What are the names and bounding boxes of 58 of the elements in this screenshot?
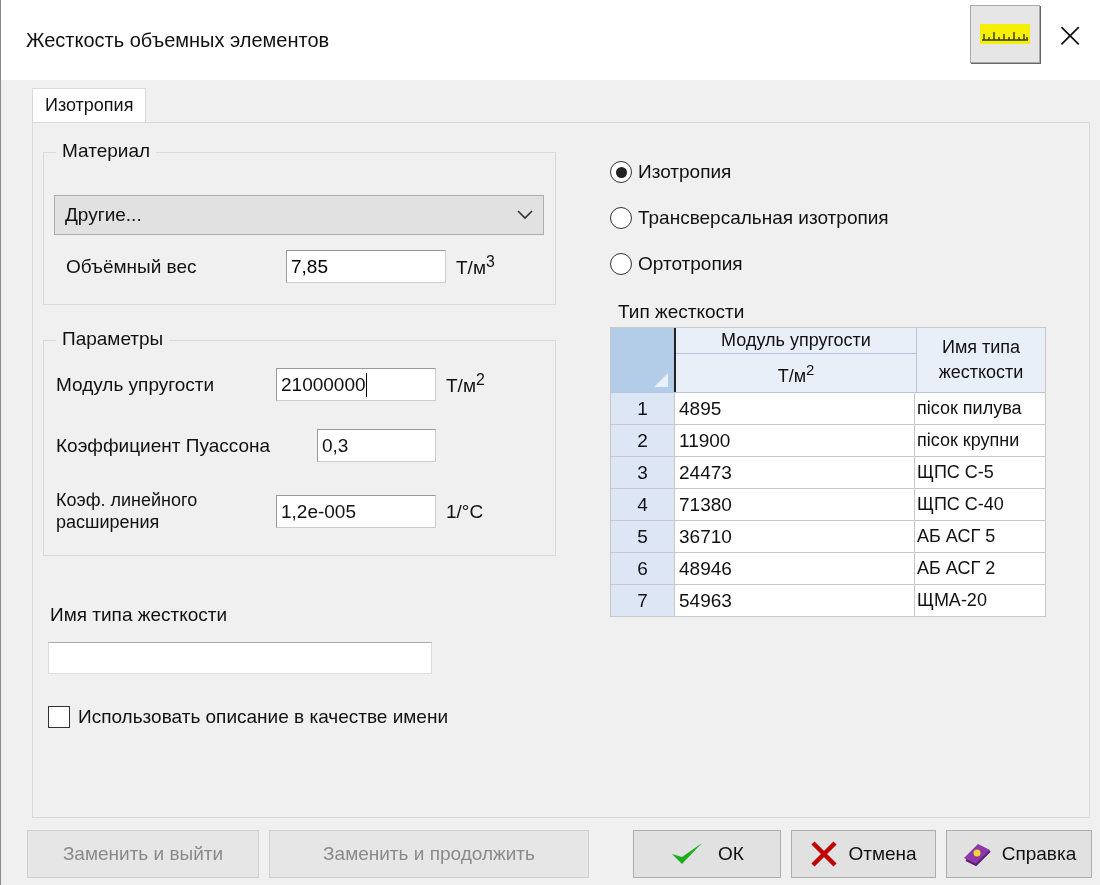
radio-button[interactable]: [610, 161, 632, 183]
dialog-button[interactable]: Отмена: [791, 830, 936, 878]
field-label: Коэф. линейного расширения: [56, 490, 199, 534]
close-button[interactable]: ×: [1040, 4, 1100, 64]
input-field[interactable]: 0,3: [317, 429, 436, 462]
field-label: Имя типа жесткости: [50, 604, 229, 626]
radio-label[interactable]: Трансверсальная изотропия: [638, 207, 889, 229]
window-title: Жесткость объемных элементов: [26, 28, 331, 52]
column-header: Модуль упругости: [676, 328, 916, 354]
input-field[interactable]: 1,2e-005: [276, 495, 436, 529]
dialog-button[interactable]: ОК: [633, 830, 781, 878]
table-cell: 36710: [675, 521, 915, 552]
table-cell: 4895: [675, 393, 915, 424]
radio-label[interactable]: Ортотропия: [638, 253, 743, 275]
radio-button[interactable]: [610, 253, 632, 275]
column-header: Имя типа жесткости: [937, 335, 1025, 384]
row-number: 4: [611, 489, 675, 520]
input-field[interactable]: 7,85: [286, 250, 446, 283]
table-cell-text: ЩМА-20: [916, 589, 988, 612]
row-number: 1: [611, 393, 675, 424]
row-number: 2: [611, 425, 675, 456]
input-field[interactable]: 21000000: [276, 368, 436, 401]
unit-label: 1/°C: [446, 500, 484, 523]
column-unit: Т/м$^{2}$: [776, 360, 816, 388]
table-cell-text: пісок крупни: [916, 429, 1021, 452]
row-number: 7: [611, 585, 675, 616]
cross-icon: [810, 841, 839, 867]
chevron-down-icon: [517, 210, 533, 220]
table-cell: 24473: [675, 457, 915, 488]
dialog-button[interactable]: Справка: [946, 830, 1092, 878]
ruler-button[interactable]: [970, 5, 1040, 63]
table-cell: 54963: [675, 585, 915, 616]
table-cell-text: АБ АСГ 5: [916, 525, 997, 548]
unit-label: Т/м$^{3}$: [456, 253, 495, 280]
checkbox[interactable]: [48, 706, 70, 728]
checkbox-label[interactable]: Использовать описание в качестве имени: [78, 706, 449, 728]
field-label: Объёмный вес: [66, 255, 198, 278]
triangle-icon: [654, 373, 668, 387]
radio-label[interactable]: Изотропия: [638, 161, 732, 183]
unit-label: Т/м$^{2}$: [446, 371, 485, 398]
table-cell-text: пісок пилува: [916, 397, 1023, 420]
table-title: Тип жесткости: [618, 301, 746, 323]
radio-button[interactable]: [610, 207, 632, 229]
table-cell: 11900: [675, 425, 915, 456]
table-cell-text: АБ АСГ 2: [916, 557, 997, 580]
table-cell: 48946: [675, 553, 915, 584]
table-cell-text: ЩПС С-40: [916, 493, 1005, 516]
material-dropdown[interactable]: Другие...: [54, 195, 544, 235]
row-number: 5: [611, 521, 675, 552]
table-cell-text: ЩПС С-5: [916, 461, 995, 484]
row-number: 6: [611, 553, 675, 584]
ruler-icon: [980, 24, 1030, 44]
tab[interactable]: Изотропия: [32, 88, 147, 122]
field-label: Коэффициент Пуассона: [56, 434, 272, 457]
table-cell: 71380: [675, 489, 915, 520]
row-number: 3: [611, 457, 675, 488]
field-label: Модуль упругости: [56, 373, 216, 396]
name-input-field[interactable]: [48, 642, 432, 674]
